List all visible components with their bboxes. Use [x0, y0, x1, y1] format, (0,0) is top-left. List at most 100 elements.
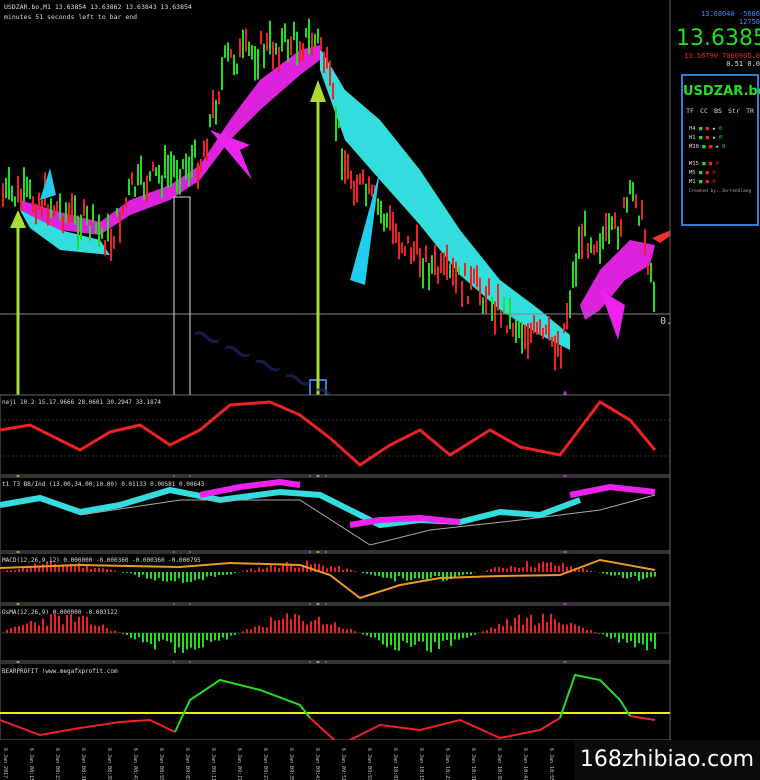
histogram-bar — [138, 633, 140, 638]
candle — [584, 210, 586, 237]
candle — [440, 252, 442, 274]
dashboard-title: USDZAR.bo — [683, 84, 760, 99]
histogram-bar — [30, 567, 32, 572]
candle — [239, 38, 241, 58]
histogram-bar — [134, 633, 136, 640]
candle — [158, 164, 160, 184]
histogram-bar — [630, 633, 632, 641]
candle — [536, 321, 538, 335]
histogram-bar — [94, 567, 96, 572]
bar-timer: minutes 51 seconds left to bar end — [4, 13, 137, 21]
histogram-bar — [382, 572, 384, 578]
candle — [578, 226, 580, 260]
histogram-bar — [158, 572, 160, 578]
histogram-bar — [214, 633, 216, 641]
histogram-bar — [394, 633, 396, 650]
histogram-bar — [346, 629, 348, 633]
candle — [329, 60, 331, 86]
candle — [620, 218, 622, 237]
candle — [263, 43, 265, 69]
time-axis-label: 6 Jan 09:35 — [288, 748, 294, 780]
candle — [524, 324, 526, 350]
candle — [137, 164, 139, 186]
histogram-bar — [338, 565, 340, 572]
histogram-bar — [502, 567, 504, 572]
histogram-bar — [194, 633, 196, 650]
histogram-bar — [550, 562, 552, 572]
candle — [335, 106, 337, 142]
candle — [503, 297, 505, 314]
histogram-bar — [594, 632, 596, 633]
indicator-pane-1[interactable]: neji 10.2 15.17.9666 28.0601 30.2947 33.… — [0, 394, 671, 476]
histogram-bar — [354, 571, 356, 572]
histogram-bar — [442, 572, 444, 582]
signal-dashboard[interactable]: USDZAR.bo TF CC BS Str TR H4 ■ ■ ★ 0 H1 … — [681, 74, 760, 226]
histogram-bar — [410, 572, 412, 581]
candle — [410, 247, 412, 264]
candle — [629, 179, 631, 195]
candle — [290, 36, 292, 56]
histogram-bar — [46, 625, 48, 633]
histogram-bar — [330, 624, 332, 633]
histogram-bar — [262, 627, 264, 633]
indicator-label-bear-profit: BEARPROFIT !www.megafxprofit.com — [2, 668, 118, 675]
candle — [260, 30, 262, 45]
candle — [314, 34, 316, 47]
histogram-bar — [558, 565, 560, 572]
histogram-bar — [6, 629, 8, 633]
candle — [452, 257, 454, 286]
histogram-bar — [470, 572, 472, 575]
row-h1: H1 ■ ■ ★ 0 — [689, 135, 723, 141]
time-axis-label: 6 Jan 09:27 — [262, 748, 268, 780]
histogram-bar — [546, 562, 548, 572]
candle — [398, 232, 400, 260]
candle — [518, 321, 520, 338]
histogram-bar — [638, 633, 640, 644]
candle — [119, 211, 121, 244]
histogram-bar — [378, 572, 380, 576]
candle — [185, 153, 187, 180]
histogram-bar — [626, 572, 628, 579]
histogram-bar — [198, 572, 200, 579]
candle — [170, 151, 172, 187]
candle — [506, 325, 508, 334]
row-m1: M1 ■ ■ 0 — [689, 179, 716, 185]
time-axis-label: 6 Jan 10:23 — [444, 748, 450, 780]
histogram-bar — [254, 570, 256, 572]
candle — [389, 205, 391, 231]
histogram-bar — [362, 633, 364, 635]
indicator-pane-osma[interactable]: OsMA(12,26,9) 0.000000 -0.003122 — [0, 604, 671, 662]
histogram-bar — [110, 569, 112, 572]
indicator-pane-macd[interactable]: MACD(12,26,9,12) 0.000000 -0.000360 -0.0… — [0, 552, 671, 604]
candle — [110, 228, 112, 261]
histogram-bar — [106, 627, 108, 633]
histogram-bar — [454, 633, 456, 640]
candle — [497, 283, 499, 311]
candle — [485, 286, 487, 314]
histogram-bar — [354, 631, 356, 633]
candle — [632, 182, 634, 202]
histogram-bar — [530, 614, 532, 633]
histogram-bar — [234, 633, 236, 635]
candle — [332, 82, 334, 100]
candle — [179, 168, 181, 195]
histogram-bar — [462, 572, 464, 575]
histogram-bar — [366, 572, 368, 574]
candle — [266, 32, 268, 51]
time-axis-label: 6 Jan 10:39 — [496, 748, 502, 780]
candle — [449, 263, 451, 279]
histogram-bar — [262, 568, 264, 572]
histogram-bar — [126, 633, 128, 636]
candle — [638, 215, 640, 226]
histogram-bar — [518, 614, 520, 633]
histogram-bar — [130, 633, 132, 638]
histogram-bar — [258, 625, 260, 633]
histogram-bar — [338, 627, 340, 633]
histogram-bar — [578, 569, 580, 572]
indicator-pane-bear-profit[interactable]: BEARPROFIT !www.megafxprofit.com — [0, 662, 671, 747]
histogram-bar — [638, 572, 640, 581]
indicator-pane-2[interactable]: t1 T3 BB/Ind (13.00,34.00,10.00) 0.01133… — [0, 476, 671, 552]
histogram-bar — [282, 618, 284, 633]
histogram-bar — [158, 633, 160, 642]
histogram-bar — [490, 569, 492, 572]
